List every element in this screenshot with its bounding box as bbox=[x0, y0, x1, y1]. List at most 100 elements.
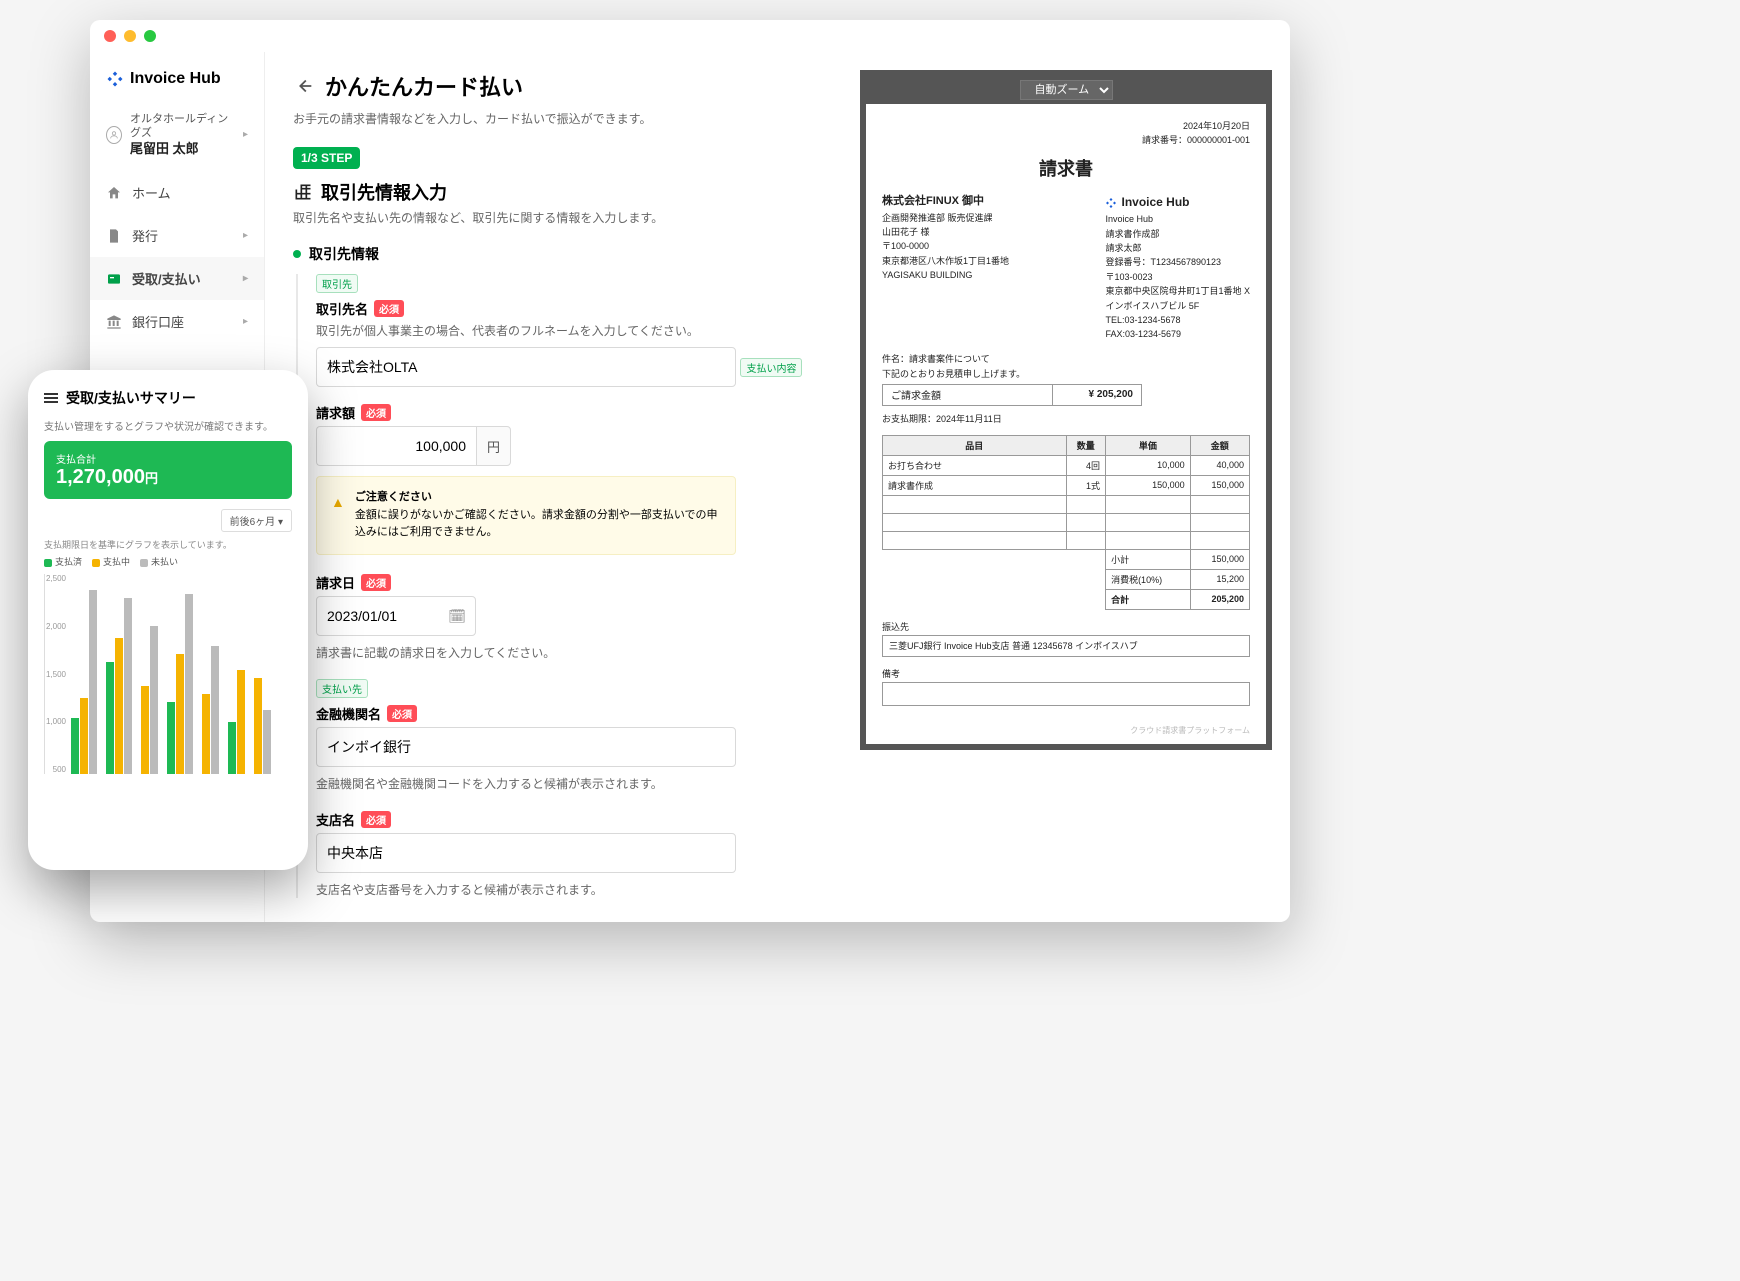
sidebar-item-home[interactable]: ホーム bbox=[90, 171, 264, 214]
logo-icon bbox=[1105, 197, 1117, 209]
doc-date: 2024年10月20日 bbox=[882, 120, 1250, 134]
table-row bbox=[883, 531, 1250, 549]
bar bbox=[167, 702, 175, 774]
warning-icon: ▲ bbox=[331, 491, 345, 542]
nav-label: 受取/支払い bbox=[132, 269, 201, 288]
bar-group bbox=[71, 590, 97, 774]
range-select[interactable]: 前後6ヶ月 ▾ bbox=[221, 509, 292, 532]
bill-date-label: 請求日 bbox=[316, 573, 355, 592]
window-close-dot[interactable] bbox=[104, 30, 116, 42]
doc-from-person: 請求太郎 bbox=[1105, 241, 1250, 255]
avatar-icon bbox=[106, 126, 122, 144]
doc-transfer-value: 三菱UFJ銀行 Invoice Hub支店 普通 12345678 インボイスハ… bbox=[882, 635, 1250, 657]
bar bbox=[80, 698, 88, 774]
bullet-icon bbox=[293, 250, 301, 258]
chevron-right-icon: ▸ bbox=[243, 316, 248, 327]
window-max-dot[interactable] bbox=[144, 30, 156, 42]
document-icon bbox=[106, 228, 122, 244]
summary-chart: 2,5002,0001,5001,000500 bbox=[44, 574, 292, 774]
doc-to-dept: 企画開発推進部 販売促進課 bbox=[882, 211, 1009, 225]
doc-footer: クラウド請求書プラットフォーム bbox=[1130, 725, 1250, 736]
sidebar-item-receive-pay[interactable]: 受取/支払い ▸ bbox=[90, 257, 264, 300]
table-row: 請求書作成1式150,000150,000 bbox=[883, 475, 1250, 495]
bar-group bbox=[167, 594, 193, 774]
bar bbox=[124, 598, 132, 774]
user-switcher[interactable]: オルタホールディングズ 尾留田 太郎 ▸ bbox=[90, 106, 264, 171]
chevron-right-icon: ▸ bbox=[243, 273, 248, 284]
mobile-mockup: 受取/支払いサマリー 支払い管理をするとグラフや状況が確認できます。 支払合計 … bbox=[28, 370, 308, 870]
bar-group bbox=[228, 670, 245, 774]
summary-card: 支払合計 1,270,000円 bbox=[44, 441, 292, 499]
section-subtitle: 取引先名や支払い先の情報など、取引先に関する情報を入力します。 bbox=[293, 209, 832, 226]
nav-label: 銀行口座 bbox=[132, 312, 184, 331]
doc-greeting: 下記のとおりお見積申し上げます。 bbox=[882, 367, 1250, 380]
bar bbox=[89, 590, 97, 774]
app-logo[interactable]: Invoice Hub bbox=[90, 70, 264, 106]
doc-due: お支払期限：2024年11月11日 bbox=[882, 412, 1250, 425]
required-badge: 必須 bbox=[361, 574, 391, 591]
zoom-select[interactable]: 自動ズーム bbox=[1020, 80, 1113, 100]
back-arrow-icon[interactable] bbox=[293, 75, 315, 97]
page-subtitle: お手元の請求書情報などを入力し、カード払いで振込ができます。 bbox=[293, 110, 832, 127]
chart-legend: 支払済 支払中 未払い bbox=[44, 555, 292, 568]
amount-input[interactable] bbox=[316, 426, 476, 466]
doc-amount-value: ¥ 205,200 bbox=[1052, 384, 1142, 406]
doc-from-brand: Invoice Hub bbox=[1121, 193, 1189, 212]
amount-unit: 円 bbox=[476, 426, 511, 466]
bar bbox=[202, 694, 210, 774]
bar bbox=[115, 638, 123, 774]
bar-group bbox=[202, 646, 219, 774]
bank-icon bbox=[106, 314, 122, 330]
page-title: かんたんカード払い bbox=[325, 70, 523, 102]
amount-label: 請求額 bbox=[316, 403, 355, 422]
bar bbox=[237, 670, 245, 774]
preview-column: 自動ズーム 2024年10月20日 請求番号：000000001-001 請求書… bbox=[860, 52, 1290, 922]
partner-help: 取引先が個人事業主の場合、代表者のフルネームを入力してください。 bbox=[316, 322, 832, 339]
menu-icon[interactable] bbox=[44, 393, 58, 403]
doc-to-zip: 〒100-0000 bbox=[882, 239, 1009, 253]
user-company: オルタホールディングズ bbox=[130, 112, 235, 141]
bar bbox=[106, 662, 114, 774]
branch-help: 支店名や支店番号を入力すると候補が表示されます。 bbox=[316, 881, 832, 898]
bank-name-input[interactable] bbox=[316, 727, 736, 767]
bar bbox=[263, 710, 271, 774]
table-row bbox=[883, 495, 1250, 513]
nav-label: 発行 bbox=[132, 226, 158, 245]
warning-box: ▲ ご注意ください 金額に誤りがないかご確認ください。請求金額の分割や一部支払い… bbox=[316, 476, 736, 555]
warn-title: ご注意ください bbox=[355, 489, 721, 507]
pdf-preview: 自動ズーム 2024年10月20日 請求番号：000000001-001 請求書… bbox=[860, 70, 1272, 750]
bar bbox=[228, 722, 236, 774]
table-row: お打ち合わせ4回10,00040,000 bbox=[883, 455, 1250, 475]
doc-to-bldg: YAGISAKU BUILDING bbox=[882, 268, 1009, 282]
bank-label: 金融機関名 bbox=[316, 704, 381, 723]
doc-from-co: Invoice Hub bbox=[1105, 212, 1250, 226]
th-item: 品目 bbox=[883, 435, 1067, 455]
nav-label: ホーム bbox=[132, 183, 171, 202]
doc-from-tel: TEL:03-1234-5678 bbox=[1105, 313, 1250, 327]
doc-to-name: 株式会社FINUX 御中 bbox=[882, 193, 1009, 211]
mobile-subtitle: 支払い管理をするとグラフや状況が確認できます。 bbox=[44, 418, 292, 433]
doc-from-bldg: インボイスハブビル 5F bbox=[1105, 299, 1250, 313]
bar bbox=[176, 654, 184, 774]
bar bbox=[141, 686, 149, 774]
sidebar-item-bank[interactable]: 銀行口座 ▸ bbox=[90, 300, 264, 343]
doc-title: 請求書 bbox=[882, 155, 1250, 181]
app-name: Invoice Hub bbox=[130, 70, 221, 88]
summary-label: 支払合計 bbox=[56, 451, 280, 466]
bill-date-input[interactable] bbox=[316, 596, 476, 636]
window-min-dot[interactable] bbox=[124, 30, 136, 42]
branch-name-input[interactable] bbox=[316, 833, 736, 873]
doc-from-zip: 〒103-0023 bbox=[1105, 270, 1250, 284]
logo-icon bbox=[106, 70, 124, 88]
bank-help: 金融機関名や金融機関コードを入力すると候補が表示されます。 bbox=[316, 775, 832, 792]
user-name: 尾留田 太郎 bbox=[130, 141, 235, 158]
chart-note: 支払期限日を基準にグラフを表示しています。 bbox=[44, 538, 292, 551]
doc-transfer-label: 振込先 bbox=[882, 620, 1250, 633]
sidebar-item-issue[interactable]: 発行 ▸ bbox=[90, 214, 264, 257]
building-icon bbox=[293, 182, 313, 202]
partner-label: 取引先名 bbox=[316, 299, 368, 318]
doc-amount-label: ご請求金額 bbox=[882, 384, 1053, 406]
partner-name-input[interactable] bbox=[316, 347, 736, 387]
chevron-right-icon: ▸ bbox=[243, 129, 248, 140]
bar bbox=[211, 646, 219, 774]
